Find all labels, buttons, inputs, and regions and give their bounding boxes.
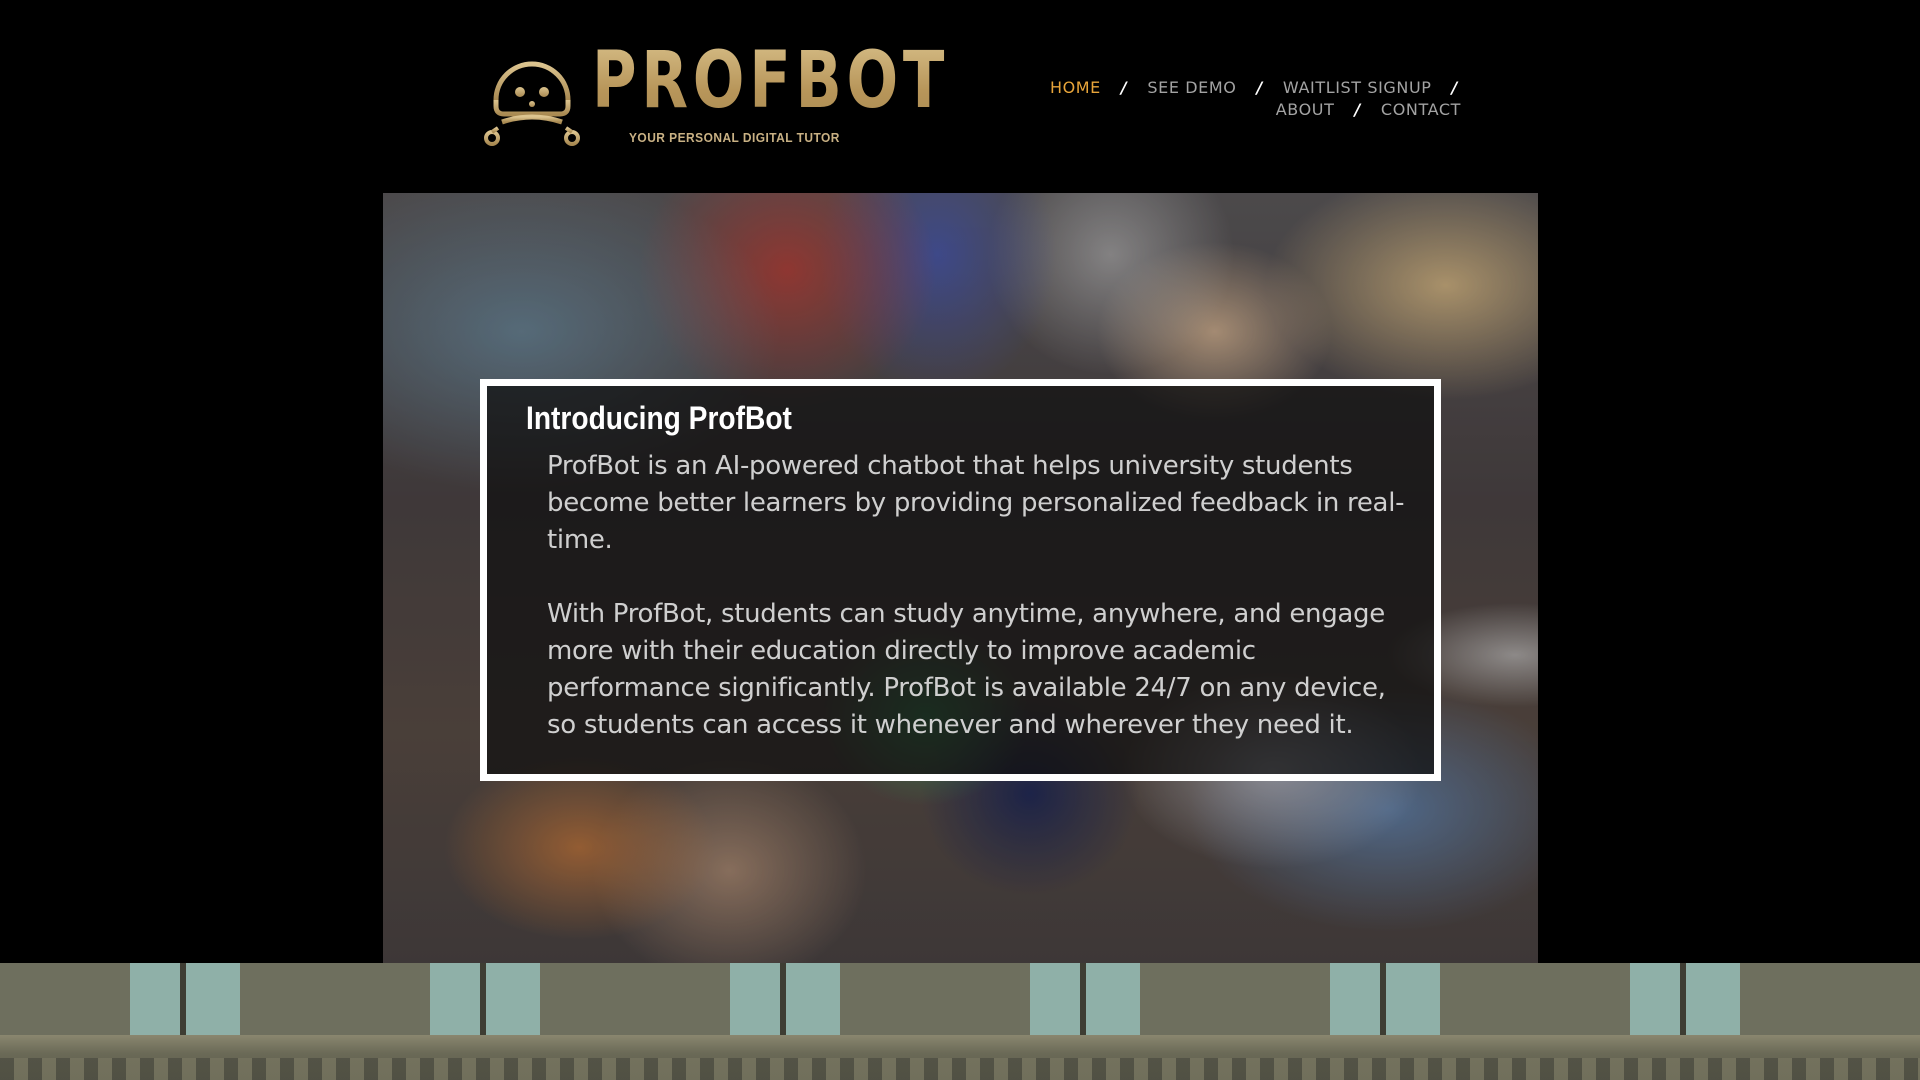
nav-separator: / <box>1451 78 1458 97</box>
nav-about[interactable]: ABOUT <box>1276 100 1335 119</box>
intro-title: Introducing ProfBot <box>526 400 792 436</box>
nav-separator: / <box>1120 78 1128 97</box>
nav-home[interactable]: HOME <box>1050 78 1101 97</box>
nav-separator: / <box>1354 100 1361 119</box>
nav-separator: / <box>1256 78 1263 97</box>
nav-contact[interactable]: CONTACT <box>1381 100 1461 119</box>
intro-box: Introducing ProfBot ProfBot is an AI-pow… <box>480 379 1441 781</box>
robot-icon <box>484 61 580 146</box>
main-nav: HOME / SEE DEMO / WAITLIST SIGNUP / ABOUT / CON… <box>1000 77 1470 121</box>
brand-logo[interactable]: PROFBOT YOUR PERSONAL DIGITAL TUTOR <box>482 36 944 154</box>
intro-paragraph: With ProfBot, students can study anytime… <box>547 599 1386 740</box>
brand-name: PROFBOT <box>592 36 950 126</box>
intro-paragraph: ProfBot is an AI-powered chatbot that he… <box>547 451 1405 555</box>
nav-waitlist-signup[interactable]: WAITLIST SIGNUP <box>1283 78 1432 97</box>
building-ornament <box>0 1058 1920 1080</box>
intro-body: ProfBot is an AI-powered chatbot that he… <box>547 448 1417 781</box>
brand-tagline: YOUR PERSONAL DIGITAL TUTOR <box>629 130 840 145</box>
nav-see-demo[interactable]: SEE DEMO <box>1147 78 1236 97</box>
hero-section: Introducing ProfBot ProfBot is an AI-pow… <box>383 193 1538 963</box>
